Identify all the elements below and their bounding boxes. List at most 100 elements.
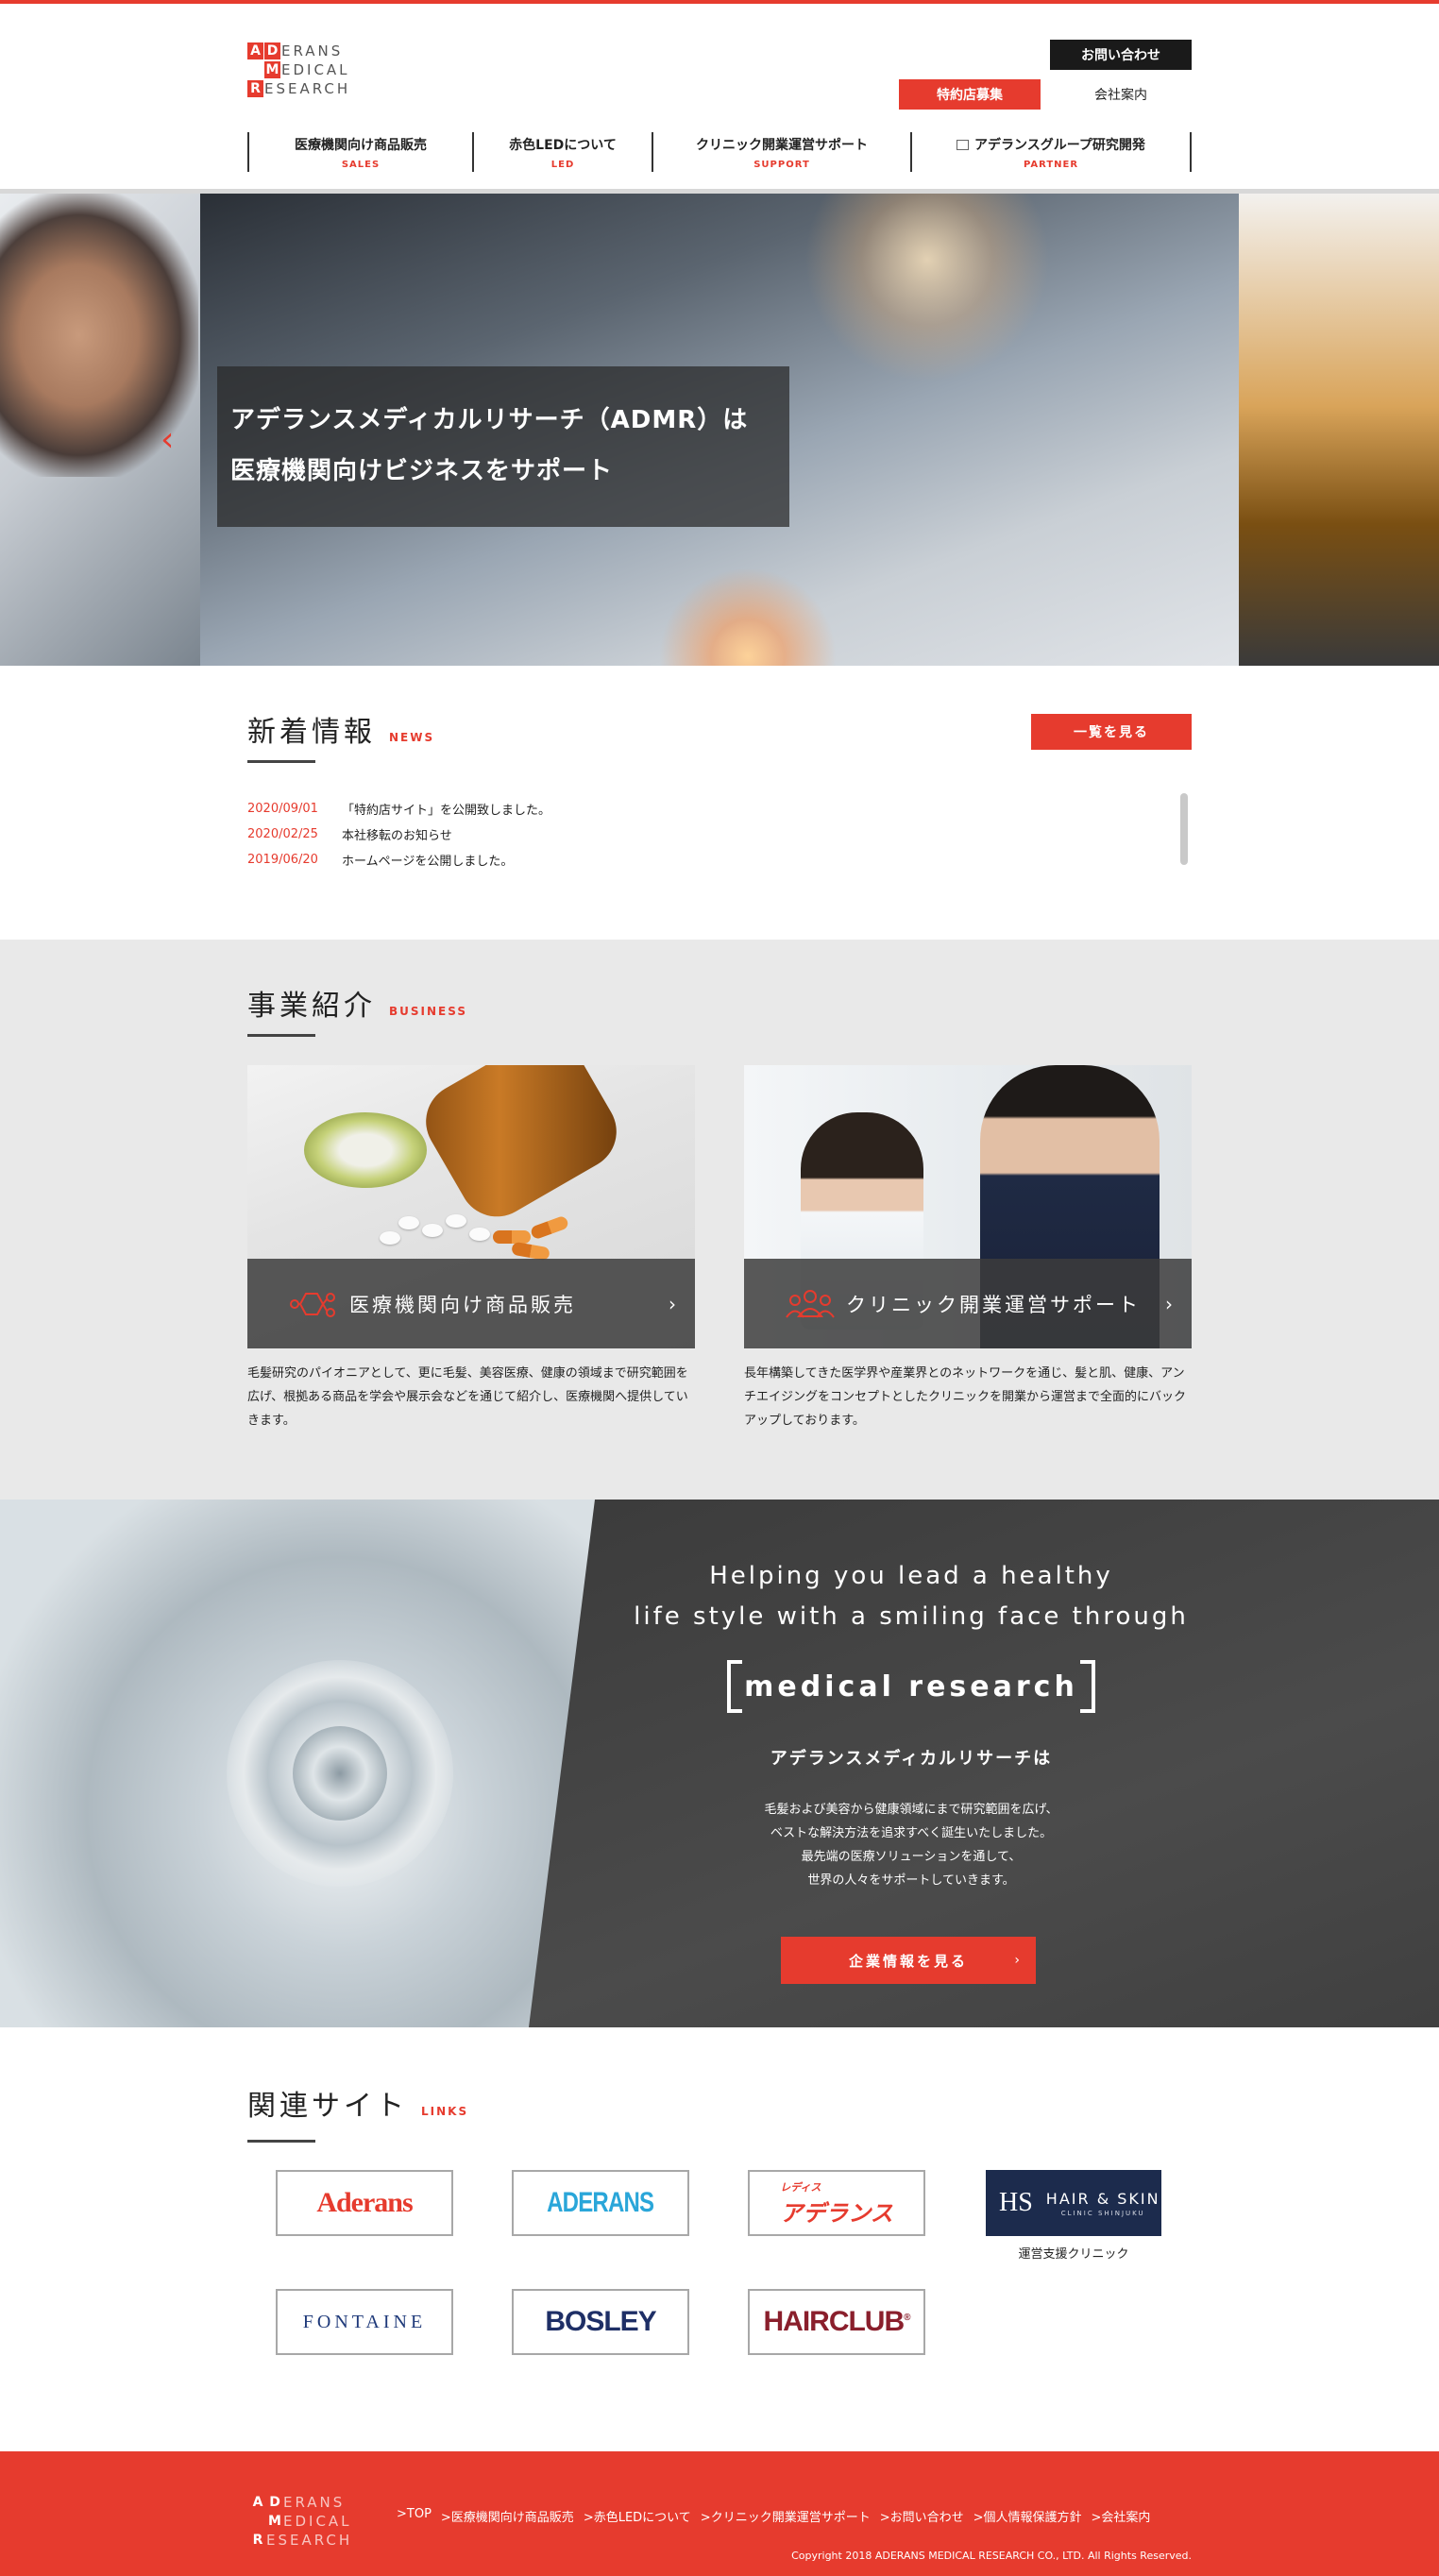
- business-section: [0, 940, 1439, 1500]
- footer-link-support[interactable]: >クリニック開業運営サポート: [701, 2507, 871, 2525]
- business-card-sales[interactable]: 医療機関向け商品販売 ›: [247, 1065, 695, 1348]
- mission-desc-line: 毛髪および美容から健康領域にまで研究範囲を広げ、: [764, 1803, 1058, 1817]
- nav-label: アデランスグループ研究開発: [957, 135, 1145, 154]
- business-card-bar[interactable]: クリニック開業運営サポート ›: [744, 1259, 1192, 1348]
- business-card-label: 医療機関向け商品販売: [349, 1293, 576, 1316]
- link-bosley[interactable]: BOSLEY: [512, 2289, 689, 2355]
- logo-text-edical: EDICAL: [281, 61, 350, 78]
- hero-caption-line2: 医療機関向けビジネスをサポート: [230, 457, 614, 485]
- aderans-corporate-logo: ADERANS: [547, 2187, 654, 2218]
- chevron-right-icon: ›: [1014, 1953, 1023, 1968]
- mission-desc-line: 最先端の医療ソリューションを通して、: [801, 1850, 1022, 1864]
- ladies-aderans-logo: レディス アデランス: [780, 2181, 893, 2227]
- business-desc-sales: 毛髪研究のパイオニアとして、更に毛髪、美容医療、健康の領域まで研究範囲を広げ、根…: [247, 1366, 688, 1428]
- company-link[interactable]: 会社案内: [1050, 79, 1192, 110]
- chevron-right-icon: ›: [669, 1292, 676, 1315]
- business-underline: [247, 1034, 315, 1037]
- external-link-icon: [957, 139, 970, 150]
- molecule-icon: [289, 1288, 338, 1320]
- news-text: 本社移転のお知らせ: [342, 829, 452, 843]
- nav-item-support[interactable]: クリニック開業運営サポート SUPPORT: [652, 132, 910, 172]
- hs-caption: 運営支援クリニック: [1018, 2247, 1129, 2262]
- footer-logo[interactable]: A D ERANS M EDICAL R ESEARCH: [249, 2493, 391, 2550]
- hero-caption: アデランスメディカルリサーチ（ADMR）は 医療機関向けビジネスをサポート: [217, 366, 789, 527]
- business-card-label: クリニック開業運営サポート: [846, 1293, 1141, 1316]
- link-aderans[interactable]: Aderans: [276, 2170, 453, 2236]
- people-group-icon: [786, 1288, 835, 1320]
- news-underline: [247, 760, 315, 763]
- logo-letter-d: D: [264, 42, 280, 59]
- nav-sublabel: LED: [550, 159, 575, 170]
- site-logo[interactable]: A D ERANS M EDICAL R ESEARCH: [247, 42, 389, 98]
- nav-item-partner[interactable]: アデランスグループ研究開発 PARTNER: [910, 132, 1192, 172]
- nav-label: 赤色LEDについて: [509, 137, 617, 153]
- news-title: 新着情報: [247, 716, 376, 749]
- hairclub-logo: HAIRCLUB®: [763, 2306, 910, 2337]
- news-date: 2020/09/01: [247, 802, 318, 816]
- news-title-en: NEWS: [389, 731, 435, 744]
- nav-sublabel: SALES: [341, 159, 381, 170]
- business-title-en: BUSINESS: [389, 1005, 467, 1018]
- links-title: 関連サイト: [247, 2090, 408, 2123]
- business-title: 事業紹介: [247, 990, 376, 1023]
- nav-sublabel: SUPPORT: [753, 159, 810, 170]
- business-card-support[interactable]: クリニック開業運営サポート ›: [744, 1065, 1192, 1348]
- hero-prev-arrow-icon[interactable]: ‹: [161, 420, 174, 459]
- hero-slider[interactable]: ‹ アデランスメディカルリサーチ（ADMR）は 医療機関向けビジネスをサポート: [0, 194, 1439, 666]
- footer-nav: >TOP >医療機関向け商品販売 >赤色LEDについて >クリニック開業運営サポ…: [397, 2507, 1160, 2525]
- company-info-button[interactable]: 企業情報を見る ›: [781, 1937, 1036, 1984]
- mission-line1: Helping you lead a healthy: [709, 1562, 1113, 1590]
- bosley-logo: BOSLEY: [545, 2306, 656, 2337]
- business-heading: 事業紹介 BUSINESS: [247, 982, 467, 1024]
- links-title-en: LINKS: [421, 2105, 469, 2118]
- agent-recruit-button[interactable]: 特約店募集: [899, 79, 1041, 110]
- mission-line2: life style with a smiling face through: [634, 1602, 1189, 1631]
- links-heading: 関連サイト LINKS: [247, 2082, 468, 2124]
- news-date: 2020/02/25: [247, 827, 318, 841]
- link-ladies-aderans[interactable]: レディス アデランス: [748, 2170, 925, 2236]
- footer-link-sales[interactable]: >医療機関向け商品販売: [441, 2507, 574, 2525]
- mission-desc-line: 世界の人々をサポートしていきます。: [807, 1873, 1015, 1888]
- news-item[interactable]: 2020/09/01 「特約店サイト」を公開致しました。: [247, 796, 1154, 822]
- news-date: 2019/06/20: [247, 853, 318, 867]
- footer-link-privacy[interactable]: >個人情報保護方針: [973, 2507, 1082, 2525]
- nav-item-led[interactable]: 赤色LEDについて LED: [472, 132, 652, 172]
- nav-label: クリニック開業運営サポート: [696, 137, 868, 153]
- contact-button[interactable]: お問い合わせ: [1050, 40, 1192, 70]
- news-list: 2020/09/01 「特約店サイト」を公開致しました。 2020/02/25 …: [247, 796, 1154, 873]
- footer-link-contact[interactable]: >お問い合わせ: [880, 2507, 964, 2525]
- news-text: ホームページを公開しました。: [342, 855, 514, 869]
- fontaine-logo: FONTAINE: [302, 2311, 427, 2332]
- link-fontaine[interactable]: FONTAINE: [276, 2289, 453, 2355]
- footer-link-top[interactable]: >TOP: [397, 2507, 432, 2525]
- logo-letter-a: A: [247, 42, 263, 59]
- link-hairclub[interactable]: HAIRCLUB®: [748, 2289, 925, 2355]
- business-card-bar[interactable]: 医療機関向け商品販売 ›: [247, 1259, 695, 1348]
- hs-logo-mark: HS: [999, 2188, 1033, 2217]
- footer-link-led[interactable]: >赤色LEDについて: [584, 2507, 691, 2525]
- news-item[interactable]: 2020/02/25 本社移転のお知らせ: [247, 822, 1154, 847]
- footer-link-company[interactable]: >会社案内: [1092, 2507, 1151, 2525]
- hero-next-slide-image: [1239, 194, 1439, 666]
- link-hair-skin-clinic[interactable]: HS HAIR & SKIN CLINIC SHINJUKU: [986, 2170, 1161, 2236]
- copyright: Copyright 2018 ADERANS MEDICAL RESEARCH …: [791, 2550, 1192, 2562]
- hero-caption-line1: アデランスメディカルリサーチ（ADMR）は: [230, 406, 749, 434]
- logo-text-esearch: ESEARCH: [264, 80, 351, 97]
- news-list-button[interactable]: 一覧を見る: [1031, 714, 1192, 750]
- global-nav: 医療機関向け商品販売 SALES 赤色LEDについて LED クリニック開業運営…: [247, 132, 1192, 172]
- chevron-right-icon: ›: [1165, 1292, 1173, 1315]
- news-heading: 新着情報 NEWS: [247, 708, 434, 750]
- mission-highlight: medical research: [727, 1660, 1095, 1713]
- company-info-label: 企業情報を見る: [848, 1952, 968, 1970]
- news-scrollbar[interactable]: [1180, 793, 1188, 865]
- news-text: 「特約店サイト」を公開致しました。: [342, 804, 551, 818]
- news-item[interactable]: 2019/06/20 ホームページを公開しました。: [247, 847, 1154, 873]
- logo-letter-r: R: [247, 80, 263, 97]
- hs-logo-text: HAIR & SKIN CLINIC SHINJUKU: [1045, 2189, 1160, 2217]
- links-underline: [247, 2140, 315, 2143]
- mission-company: アデランスメディカルリサーチは: [770, 1749, 1053, 1769]
- top-accent-bar: [0, 0, 1439, 4]
- nav-item-sales[interactable]: 医療機関向け商品販売 SALES: [247, 132, 472, 172]
- logo-letter-m: M: [264, 61, 280, 78]
- link-aderans-corporate[interactable]: ADERANS: [512, 2170, 689, 2236]
